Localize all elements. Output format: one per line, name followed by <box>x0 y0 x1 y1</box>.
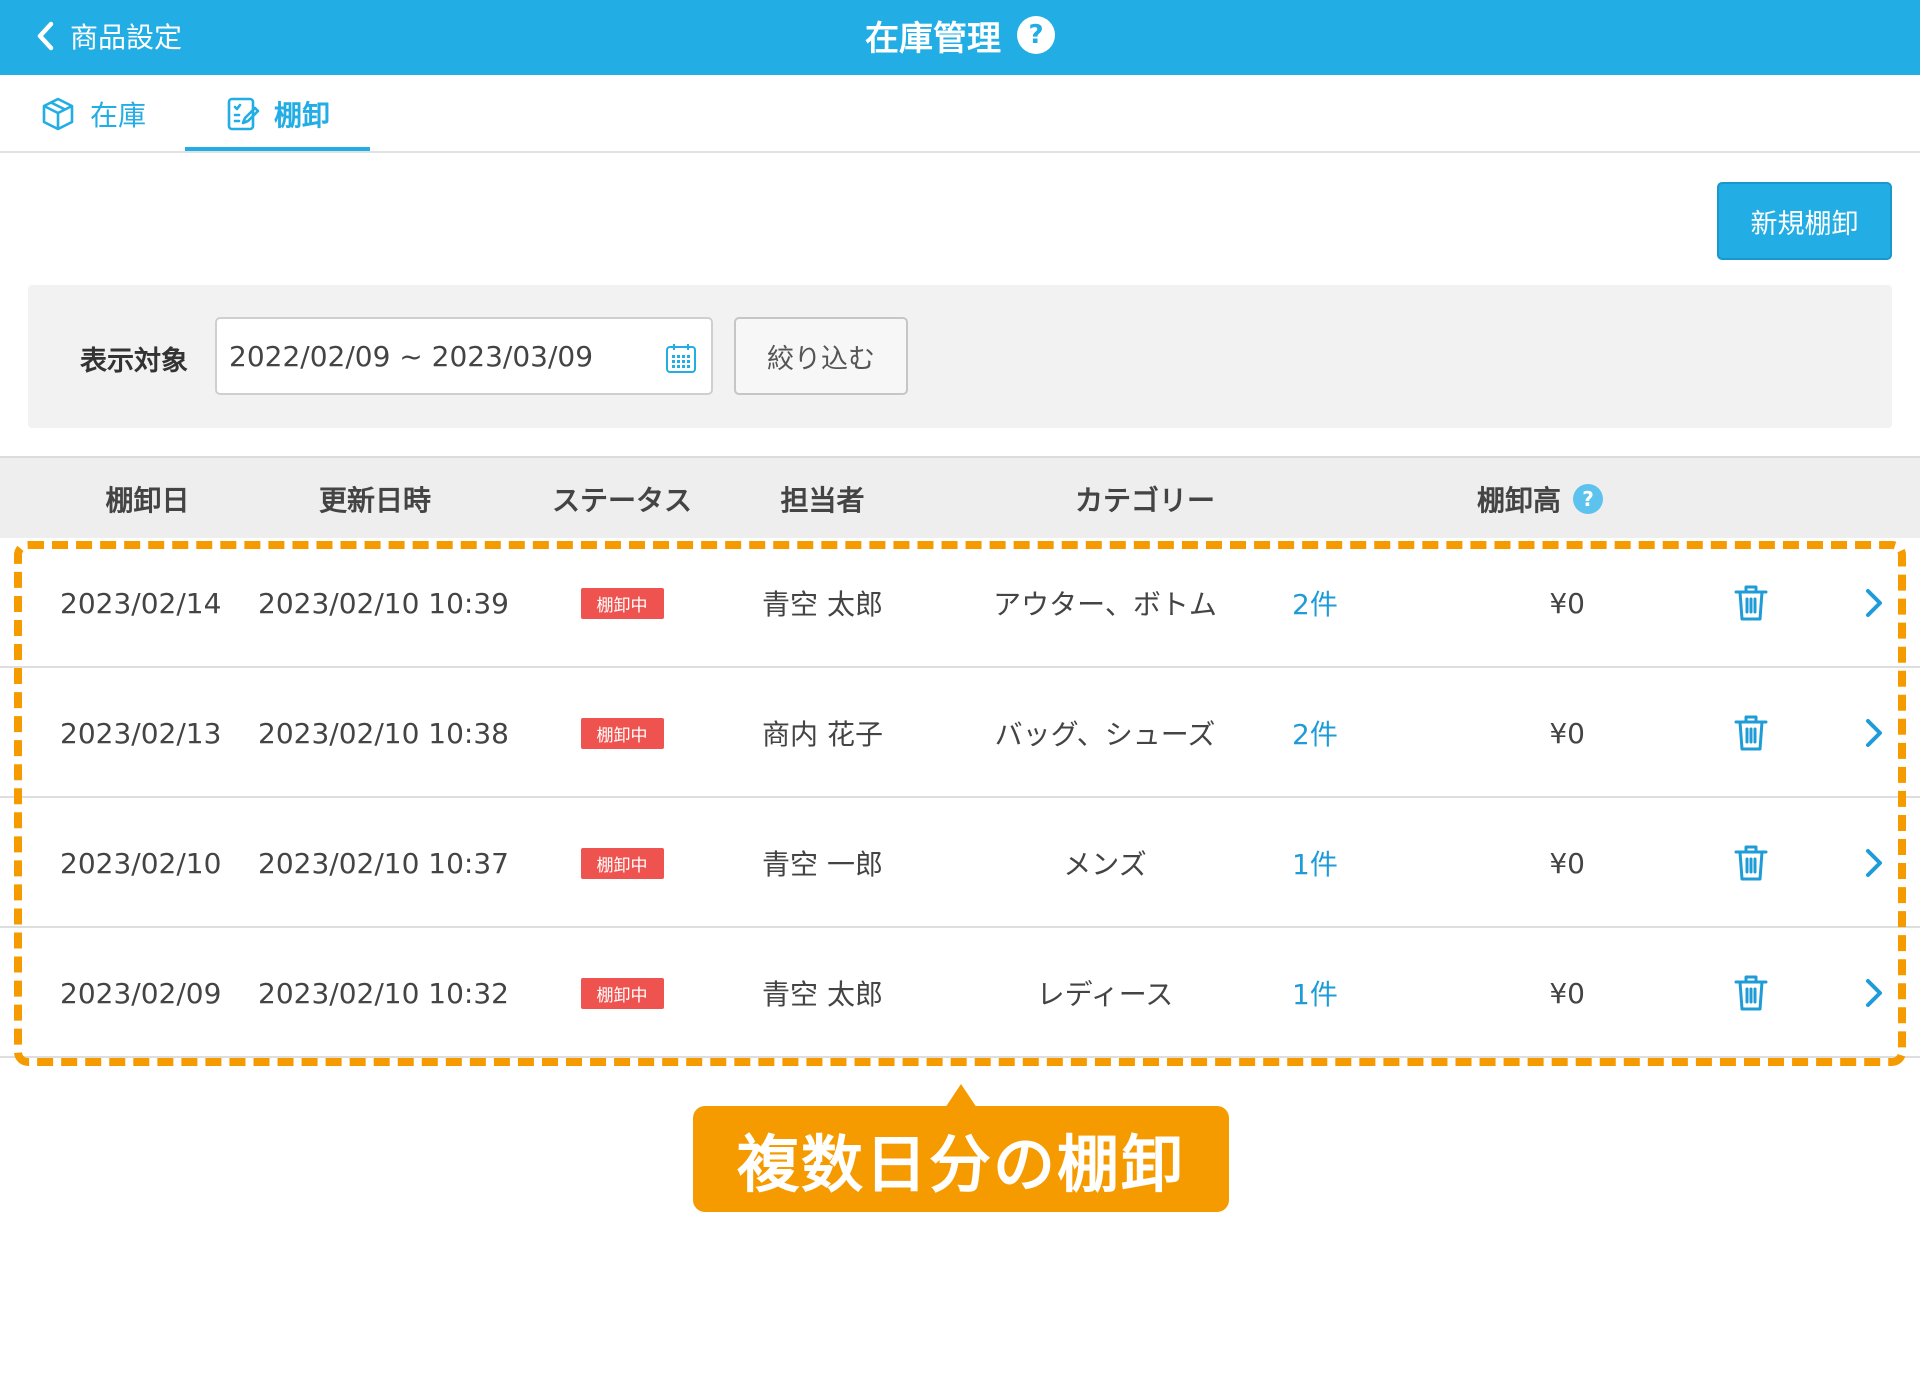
trash-icon[interactable] <box>1734 584 1768 622</box>
row-person: 青空 太郎 <box>762 978 883 1011</box>
help-icon[interactable]: ? <box>1017 16 1055 54</box>
row-status: 棚卸中 <box>522 798 722 928</box>
row-amount: ¥0 <box>1549 976 1585 1010</box>
row-category: バッグ、シューズ <box>994 718 1216 751</box>
row-status: 棚卸中 <box>522 928 722 1058</box>
column-header-category: カテゴリー <box>1074 484 1215 517</box>
row-person: 商内 花子 <box>762 718 883 751</box>
row-date: 2023/02/09 <box>60 976 222 1010</box>
tab-inventory-label: 在庫 <box>90 99 147 132</box>
delete-button[interactable] <box>1734 668 1768 798</box>
status-badge: 棚卸中 <box>580 977 664 1009</box>
table-row[interactable]: 2023/02/13 2023/02/10 10:38 棚卸中 商内 花子 バッ… <box>0 668 1920 798</box>
row-category: アウター、ボトム <box>993 588 1217 621</box>
row-amount: ¥0 <box>1549 716 1585 750</box>
annotation-callout: 複数日分の棚卸 <box>693 1106 1229 1212</box>
delete-button[interactable] <box>1734 798 1768 928</box>
row-updated: 2023/02/10 10:32 <box>258 976 509 1010</box>
trash-icon[interactable] <box>1734 844 1768 882</box>
status-badge: 棚卸中 <box>580 717 664 749</box>
row-updated: 2023/02/10 10:39 <box>258 586 509 620</box>
app-header: 商品設定 在庫管理 ? <box>0 0 1920 75</box>
row-person: 青空 太郎 <box>762 588 883 621</box>
row-open-button[interactable] <box>1864 798 1884 928</box>
calendar-icon[interactable] <box>665 342 697 374</box>
tab-stocktake-label: 棚卸 <box>274 99 331 132</box>
row-person: 青空 一郎 <box>762 848 883 881</box>
column-header-person: 担当者 <box>780 484 865 517</box>
row-open-button[interactable] <box>1864 538 1884 668</box>
table-row[interactable]: 2023/02/10 2023/02/10 10:37 棚卸中 青空 一郎 メン… <box>0 798 1920 928</box>
row-updated: 2023/02/10 10:37 <box>258 846 509 880</box>
date-range-value: 2022/02/09 ~ 2023/03/09 <box>229 339 594 373</box>
date-range-input[interactable]: 2022/02/09 ~ 2023/03/09 <box>215 317 713 395</box>
callout-pointer <box>945 1084 977 1108</box>
delete-button[interactable] <box>1734 928 1768 1058</box>
row-category: メンズ <box>1063 848 1147 881</box>
row-date: 2023/02/13 <box>60 716 222 750</box>
column-header-amount: 棚卸高 ? <box>1440 458 1640 540</box>
page-title: 在庫管理 <box>865 18 1001 59</box>
tab-active-indicator <box>185 147 370 151</box>
chevron-right-icon[interactable] <box>1864 717 1884 749</box>
delete-button[interactable] <box>1734 538 1768 668</box>
row-open-button[interactable] <box>1864 668 1884 798</box>
row-item-count[interactable]: 2件 <box>1292 668 1338 798</box>
column-header-updated: 更新日時 <box>318 484 431 517</box>
row-category: レディース <box>1036 978 1174 1011</box>
row-item-count[interactable]: 1件 <box>1292 928 1338 1058</box>
new-stocktake-button[interactable]: 新規棚卸 <box>1717 182 1892 260</box>
clipboard-edit-icon <box>227 97 260 131</box>
chevron-right-icon[interactable] <box>1864 847 1884 879</box>
chevron-right-icon[interactable] <box>1864 587 1884 619</box>
row-status: 棚卸中 <box>522 538 722 668</box>
table-row[interactable]: 2023/02/09 2023/02/10 10:32 棚卸中 青空 太郎 レデ… <box>0 928 1920 1058</box>
tab-bar: 在庫 棚卸 <box>0 75 1920 153</box>
amount-help-icon[interactable]: ? <box>1573 484 1603 514</box>
tab-inventory[interactable]: 在庫 <box>40 75 146 153</box>
row-amount: ¥0 <box>1549 586 1585 620</box>
page-title-wrap: 在庫管理 ? <box>0 10 1920 60</box>
row-date: 2023/02/10 <box>60 846 222 880</box>
filter-apply-button[interactable]: 絞り込む <box>734 317 908 395</box>
column-header-amount-label: 棚卸高 <box>1476 484 1561 517</box>
table-row[interactable]: 2023/02/14 2023/02/10 10:39 棚卸中 青空 太郎 アウ… <box>0 538 1920 668</box>
row-status: 棚卸中 <box>522 668 722 798</box>
table-header: 棚卸日 更新日時 ステータス 担当者 カテゴリー 棚卸高 ? <box>0 456 1920 538</box>
tab-stocktake[interactable]: 棚卸 <box>226 75 330 153</box>
chevron-right-icon[interactable] <box>1864 977 1884 1009</box>
trash-icon[interactable] <box>1734 974 1768 1012</box>
row-amount: ¥0 <box>1549 846 1585 880</box>
row-item-count[interactable]: 1件 <box>1292 798 1338 928</box>
row-date: 2023/02/14 <box>60 586 222 620</box>
box-icon <box>42 97 74 131</box>
status-badge: 棚卸中 <box>580 847 664 879</box>
column-header-status: ステータス <box>551 484 692 517</box>
status-badge: 棚卸中 <box>580 587 664 619</box>
row-item-count[interactable]: 2件 <box>1292 538 1338 668</box>
trash-icon[interactable] <box>1734 714 1768 752</box>
filter-label: 表示対象 <box>80 345 188 377</box>
row-updated: 2023/02/10 10:38 <box>258 716 509 750</box>
row-open-button[interactable] <box>1864 928 1884 1058</box>
column-header-date: 棚卸日 <box>105 484 190 517</box>
